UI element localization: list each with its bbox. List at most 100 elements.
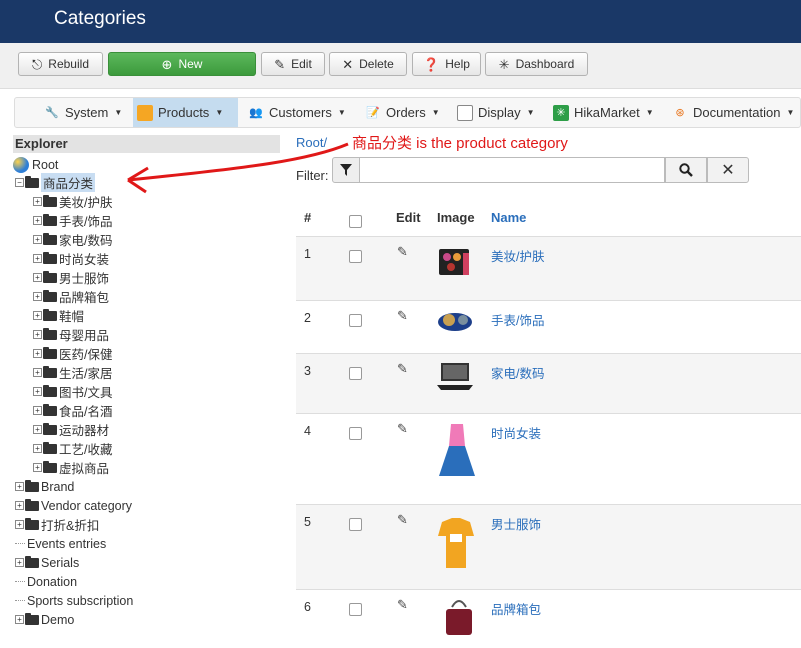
- category-name-link[interactable]: 品牌箱包: [491, 599, 541, 618]
- edit-button[interactable]: ✎ Edit: [261, 52, 325, 76]
- close-icon: ✕: [721, 162, 735, 179]
- folder-icon: [43, 270, 57, 283]
- row-checkbox[interactable]: [349, 518, 362, 531]
- dashboard-button[interactable]: ✳ Dashboard: [485, 52, 588, 76]
- tree-item-label: Serials: [41, 555, 80, 570]
- tree-root[interactable]: Root: [13, 155, 58, 174]
- delete-label: Delete: [359, 57, 394, 71]
- tree-item[interactable]: + 母婴用品: [33, 325, 109, 344]
- row-checkbox[interactable]: [349, 603, 362, 616]
- category-image: [436, 514, 476, 575]
- tree-item-label: 美妆/护肤: [59, 196, 113, 210]
- category-image: [442, 597, 476, 640]
- clear-filter-button[interactable]: ✕: [707, 157, 749, 183]
- tree-item[interactable]: + Demo: [15, 610, 74, 629]
- folder-icon: [43, 327, 57, 340]
- tree-item[interactable]: + 男士服饰: [33, 268, 109, 287]
- menu-orders[interactable]: 📝 Orders ▼: [361, 98, 444, 127]
- tree-item[interactable]: + 鞋帽: [33, 306, 84, 325]
- pencil-icon[interactable]: ✎: [397, 361, 408, 377]
- tree-item[interactable]: + 家电/数码: [33, 230, 112, 249]
- breadcrumb[interactable]: Root/: [296, 135, 327, 150]
- tree-item[interactable]: Events entries: [15, 534, 106, 553]
- tree-item[interactable]: + 医药/保健: [33, 344, 112, 363]
- expand-icon: +: [33, 425, 42, 434]
- folder-icon: [43, 194, 57, 207]
- expand-icon: +: [15, 615, 24, 624]
- globe-icon: [13, 156, 29, 173]
- filter-input[interactable]: [360, 157, 665, 183]
- tree-item-label: 运动器材: [59, 424, 110, 438]
- tree-item[interactable]: + 食品/名酒: [33, 401, 112, 420]
- pencil-icon[interactable]: ✎: [397, 244, 408, 260]
- tree-item[interactable]: + 工艺/收藏: [33, 439, 112, 458]
- rebuild-button[interactable]: ⎋ Rebuild: [18, 52, 103, 76]
- tree-item[interactable]: + 时尚女装: [33, 249, 109, 268]
- tree-item-selected[interactable]: − 商品分类: [15, 173, 96, 192]
- folder-icon: [25, 479, 39, 492]
- folder-icon: [43, 422, 57, 435]
- expand-icon: +: [33, 254, 42, 263]
- menu-system[interactable]: 🔧 System ▼: [40, 98, 126, 127]
- category-name-link[interactable]: 家电/数码: [491, 363, 544, 382]
- row-checkbox[interactable]: [349, 367, 362, 380]
- row-checkbox[interactable]: [349, 250, 362, 263]
- tree-item[interactable]: + 品牌箱包: [33, 287, 109, 306]
- tree-item[interactable]: + 美妆/护肤: [33, 192, 112, 211]
- tree-item[interactable]: + 打折&折扣: [15, 515, 99, 534]
- filter-label: Filter:: [296, 168, 329, 183]
- folder-icon: [43, 384, 57, 397]
- filter-icon[interactable]: [332, 157, 360, 183]
- tree-item[interactable]: + Serials: [15, 553, 79, 572]
- delete-button[interactable]: ✕ Delete: [329, 52, 407, 76]
- category-name-link[interactable]: 美妆/护肤: [491, 246, 544, 265]
- expand-icon: +: [33, 406, 42, 415]
- tree-item[interactable]: Donation: [15, 572, 77, 591]
- menu-hikamarket[interactable]: ✳ HikaMarket ▼: [549, 98, 658, 127]
- pencil-icon[interactable]: ✎: [397, 421, 408, 437]
- tree-item[interactable]: + 虚拟商品: [33, 458, 109, 477]
- folder-icon: [43, 460, 57, 473]
- tree-item-label: 打折&折扣: [41, 519, 100, 533]
- caret-down-icon: ▼: [645, 108, 654, 117]
- pencil-icon[interactable]: ✎: [397, 512, 408, 528]
- tree-item-label: Demo: [41, 612, 75, 627]
- row-checkbox[interactable]: [349, 314, 362, 327]
- tree-item[interactable]: + 生活/家居: [33, 363, 112, 382]
- tree-item-label: 手表/饰品: [59, 215, 113, 229]
- row-checkbox[interactable]: [349, 427, 362, 440]
- menu-orders-label: Orders: [386, 105, 426, 120]
- tree-item-label: Events entries: [27, 536, 107, 551]
- menu-display[interactable]: Display ▼: [453, 98, 539, 127]
- expand-icon: +: [15, 501, 24, 510]
- tree-item-label: 时尚女装: [59, 253, 110, 267]
- menu-products[interactable]: Products ▼: [133, 98, 238, 127]
- menu-documentation[interactable]: ⊛ Documentation ▼: [668, 98, 798, 127]
- pencil-icon[interactable]: ✎: [397, 597, 408, 613]
- tree-item[interactable]: + 图书/文具: [33, 382, 112, 401]
- category-image: [437, 420, 477, 489]
- expand-icon: +: [33, 235, 42, 244]
- expand-icon: +: [33, 368, 42, 377]
- folder-icon: [25, 555, 39, 568]
- search-button[interactable]: [665, 157, 707, 183]
- menu-system-label: System: [65, 105, 109, 120]
- new-label: New: [178, 57, 203, 71]
- tree-item[interactable]: Sports subscription: [15, 591, 133, 610]
- new-button[interactable]: ⊕ New: [108, 52, 256, 76]
- tree-item[interactable]: + Vendor category: [15, 496, 132, 515]
- select-all-checkbox[interactable]: [349, 215, 362, 228]
- menu-customers[interactable]: 👥 Customers ▼: [244, 98, 350, 127]
- folder-open-icon: [25, 175, 39, 188]
- tree-item[interactable]: + Brand: [15, 477, 74, 496]
- expand-icon: +: [33, 311, 42, 320]
- category-name-link[interactable]: 时尚女装: [491, 423, 541, 442]
- pencil-icon[interactable]: ✎: [397, 308, 408, 324]
- category-name-link[interactable]: 手表/饰品: [491, 310, 544, 329]
- column-header-name[interactable]: Name: [491, 210, 526, 225]
- users-icon: 👥: [249, 106, 263, 119]
- category-name-link[interactable]: 男士服饰: [491, 514, 541, 533]
- tree-item[interactable]: + 手表/饰品: [33, 211, 112, 230]
- help-button[interactable]: ❓ Help: [412, 52, 481, 76]
- tree-item[interactable]: + 运动器材: [33, 420, 109, 439]
